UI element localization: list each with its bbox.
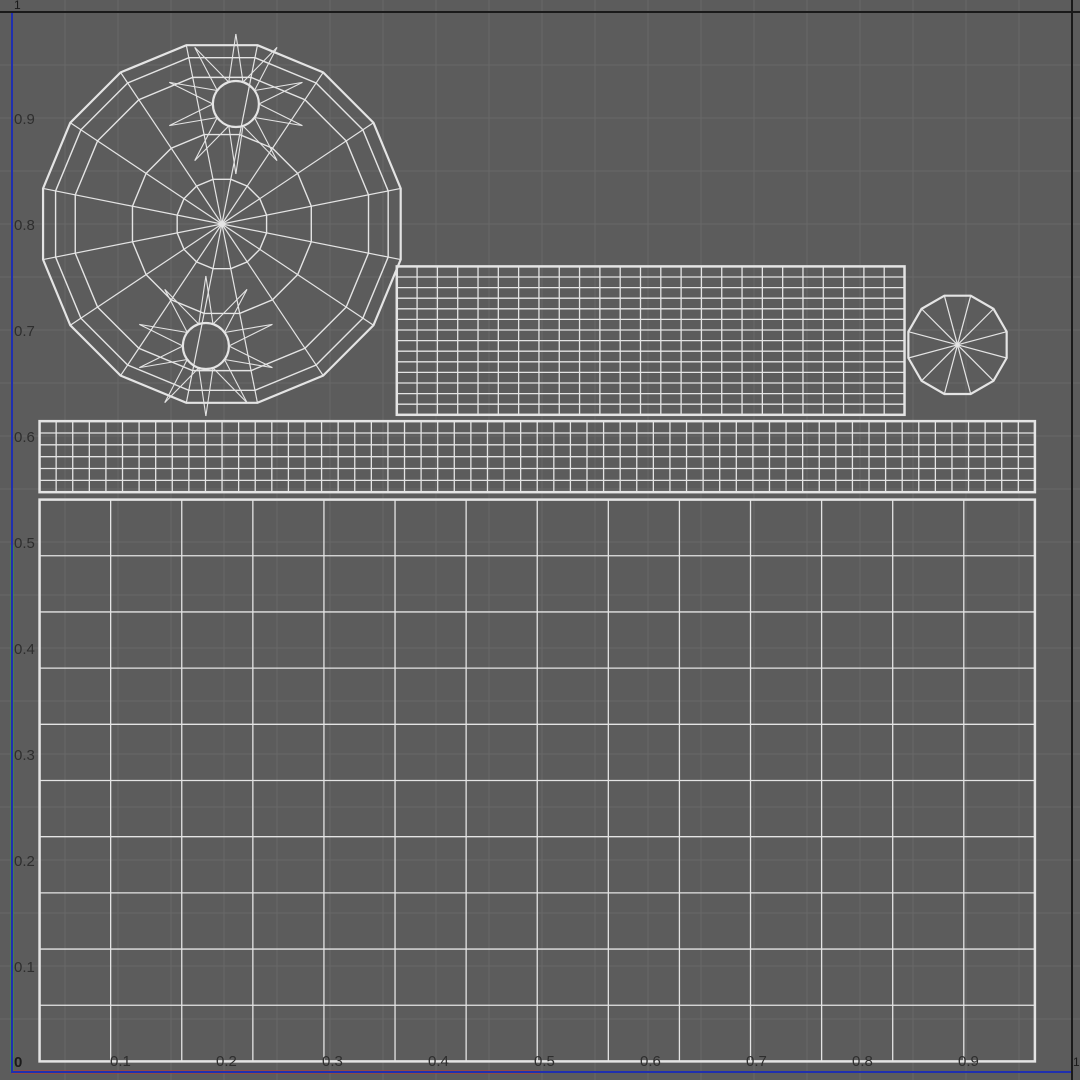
uv-star-edge: [223, 359, 248, 403]
uv-star-edge: [253, 117, 278, 161]
origin-label: 0: [14, 1054, 22, 1071]
v-tick-label: 0.1: [14, 959, 35, 976]
uv-shell-cylinder-strip[interactable]: [395, 265, 906, 417]
uv-star-edge: [164, 367, 200, 404]
uv-canvas[interactable]: 0 1 1 0.1 0.2 0.3 0.4 0.5 0.6 0.7 0.8 0.9 0.1 0.2 0…: [0, 0, 1080, 1080]
uv-star-edge: [212, 367, 248, 404]
v-tick-label: 0.3: [14, 747, 35, 764]
v-tick-label: 0.7: [14, 323, 35, 340]
uv-hole: [211, 79, 260, 129]
v-end-label: 1: [14, 0, 21, 12]
uv-star-edge: [194, 47, 218, 91]
uv-axes: [0, 0, 1080, 1080]
uv-star-edge: [164, 289, 188, 333]
u-tick-label: 0.5: [534, 1053, 555, 1070]
v-tick-label: 0.5: [14, 535, 35, 552]
uv-shell-large-grid[interactable]: [38, 498, 1037, 1063]
background-grid: [0, 0, 1080, 1080]
u-tick-label: 0.6: [640, 1053, 661, 1070]
uv-shell-large-disc[interactable]: [41, 33, 402, 417]
u-tick-label: 0.7: [746, 1053, 767, 1070]
u-tick-label: 0.2: [216, 1053, 237, 1070]
uv-star-edge: [205, 367, 214, 417]
uv-star-edge: [212, 288, 248, 325]
u-tick-label: 0.4: [428, 1053, 449, 1070]
uv-shell-thin-strip[interactable]: [38, 419, 1037, 494]
u-tick-label: 0.1: [110, 1053, 131, 1070]
uv-shells[interactable]: [38, 33, 1037, 1063]
uv-star-edge: [198, 367, 207, 417]
v-tick-label: 0.4: [14, 641, 35, 658]
uv-texture-viewport[interactable]: 0 1 1 0.1 0.2 0.3 0.4 0.5 0.6 0.7 0.8 0.9 0.1 0.2 0…: [0, 0, 1080, 1080]
uv-star-edge: [194, 117, 218, 161]
v-tick-label: 0.2: [14, 853, 35, 870]
u-tick-label: 0.8: [852, 1053, 873, 1070]
uv-star-edge: [228, 125, 237, 175]
v-tick-label: 0.6: [14, 429, 35, 446]
uv-star-edge: [198, 275, 207, 325]
u-tick-label: 0.3: [322, 1053, 343, 1070]
u-end-label: 1: [1073, 1055, 1080, 1069]
uv-shell-small-disc[interactable]: [907, 294, 1008, 396]
v-tick-label: 0.9: [14, 111, 35, 128]
tick-labels: 0 1 1 0.1 0.2 0.3 0.4 0.5 0.6 0.7 0.8 0.9 0.1 0.2 0…: [14, 0, 1080, 1071]
v-tick-label: 0.8: [14, 217, 35, 234]
uv-star-edge: [242, 125, 278, 162]
uv-star-edge: [164, 288, 200, 325]
u-tick-label: 0.9: [958, 1053, 979, 1070]
